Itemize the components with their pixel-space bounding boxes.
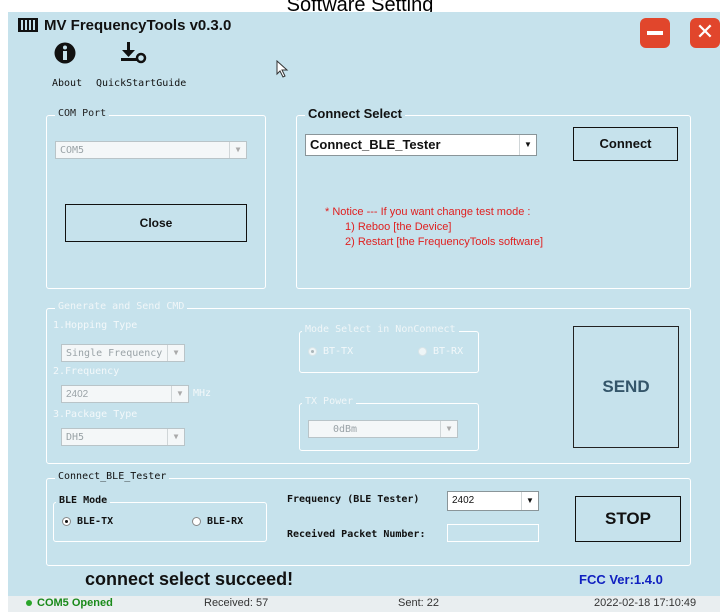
minimize-button[interactable] — [640, 18, 670, 48]
close-port-button[interactable]: Close — [65, 204, 247, 242]
bt-rx-label: BT-RX — [433, 346, 464, 357]
stop-button[interactable]: STOP — [575, 496, 681, 542]
received-packet-field[interactable] — [447, 524, 539, 542]
status-bar: COM5 Opened Received: 57 Sent: 22 2022-0… — [8, 596, 720, 612]
ble-rx-label: BLE-RX — [207, 516, 244, 527]
notice-line-1: * Notice --- If you want change test mod… — [325, 206, 531, 218]
ble-mode-group: BLE Mode BLE-TX BLE-RX — [53, 495, 267, 542]
send-button[interactable]: SEND — [573, 326, 679, 448]
app-logo-icon — [18, 18, 38, 32]
connect-mode-select[interactable]: Connect_BLE_Tester ▼ — [305, 134, 537, 156]
mode-select-legend: Mode Select in NonConnect — [302, 324, 459, 335]
quickstart-label[interactable]: QuickStartGuide — [96, 78, 186, 89]
about-button[interactable] — [54, 42, 76, 64]
connect-select-group: Connect Select Connect_BLE_Tester ▼ Conn… — [296, 106, 691, 289]
connect-mode-value: Connect_BLE_Tester — [310, 137, 441, 152]
status-timestamp: 2022-02-18 17:10:49 — [594, 597, 697, 609]
tx-power-legend: TX Power — [302, 396, 357, 407]
notice-line-2: 1) Reboo [the Device] — [345, 221, 452, 233]
connect-select-legend: Connect Select — [305, 106, 405, 121]
com-port-value: COM5 — [60, 145, 85, 156]
package-type-value: DH5 — [66, 432, 85, 443]
chevron-down-icon: ▼ — [521, 492, 538, 510]
frequency-value: 2402 — [66, 389, 89, 400]
close-window-button[interactable]: ✕ — [690, 18, 720, 48]
minimize-icon — [647, 31, 663, 35]
sent-count: Sent: 22 — [398, 597, 439, 609]
window-title: MV FrequencyTools v0.3.0 — [44, 17, 232, 34]
hopping-type-select[interactable]: Single Frequency ▼ — [61, 344, 185, 362]
package-type-select[interactable]: DH5 ▼ — [61, 428, 185, 446]
frequency-label: 2.Frequency — [53, 366, 120, 377]
ble-tx-label: BLE-TX — [77, 516, 114, 527]
status-dot-icon — [26, 600, 32, 607]
com-port-select[interactable]: COM5 ▼ — [55, 141, 247, 159]
notice-line-3: 2) Restart [the FrequencyTools software] — [345, 236, 544, 248]
frequency-select[interactable]: 2402 ▼ — [61, 385, 189, 403]
received-count: Received: 57 — [204, 597, 269, 609]
ble-tester-group: Connect_BLE_Tester BLE Mode BLE-TX BLE-R… — [46, 471, 691, 566]
com-status-text: COM5 Opened — [37, 597, 113, 609]
chevron-down-icon: ▼ — [167, 345, 184, 361]
generate-cmd-legend: Generate and Send CMD — [55, 301, 188, 312]
fcc-version: FCC Ver:1.4.0 — [579, 572, 663, 587]
mode-select-group: Mode Select in NonConnect BT-TX BT-RX — [299, 324, 479, 373]
ble-tester-legend: Connect_BLE_Tester — [55, 471, 170, 482]
info-icon — [54, 42, 76, 64]
quickstart-button[interactable] — [118, 40, 148, 66]
bt-tx-label: BT-TX — [323, 346, 354, 357]
tx-power-select[interactable]: 0dBm ▼ — [308, 420, 458, 438]
chevron-down-icon: ▼ — [229, 142, 246, 158]
ble-rx-radio[interactable] — [192, 517, 201, 526]
com-port-legend: COM Port — [55, 108, 110, 119]
ble-mode-legend: BLE Mode — [56, 495, 111, 506]
chevron-down-icon: ▼ — [171, 386, 188, 402]
cursor-icon — [276, 60, 289, 78]
com-status: COM5 Opened — [26, 597, 113, 609]
connect-button[interactable]: Connect — [573, 127, 678, 161]
download-gear-icon — [121, 42, 147, 64]
frequency-unit: MHz — [193, 388, 212, 399]
chevron-down-icon: ▼ — [519, 135, 536, 155]
hopping-type-label: 1.Hopping Type — [53, 320, 138, 331]
bt-rx-radio[interactable] — [418, 347, 427, 356]
tx-power-value: 0dBm — [333, 424, 358, 435]
tx-power-group: TX Power 0dBm ▼ — [299, 396, 479, 451]
ble-frequency-label: Frequency (BLE Tester) — [287, 494, 420, 505]
com-port-group: COM Port COM5 ▼ Close — [46, 108, 266, 289]
ble-frequency-select[interactable]: 2402 ▼ — [447, 491, 539, 511]
bt-tx-radio[interactable] — [308, 347, 317, 356]
close-icon: ✕ — [695, 20, 715, 45]
package-type-label: 3.Package Type — [53, 409, 138, 420]
generate-cmd-group: Generate and Send CMD 1.Hopping Type Sin… — [46, 301, 691, 464]
app-window: MV FrequencyTools v0.3.0 ✕ About QuickSt… — [8, 12, 720, 612]
ble-tx-radio[interactable] — [62, 517, 71, 526]
ble-frequency-value: 2402 — [452, 495, 475, 506]
chevron-down-icon: ▼ — [440, 421, 457, 437]
about-label[interactable]: About — [52, 78, 82, 89]
chevron-down-icon: ▼ — [167, 429, 184, 445]
hopping-type-value: Single Frequency — [66, 348, 163, 359]
status-message: connect select succeed! — [85, 569, 294, 589]
received-packet-label: Received Packet Number: — [287, 529, 426, 540]
